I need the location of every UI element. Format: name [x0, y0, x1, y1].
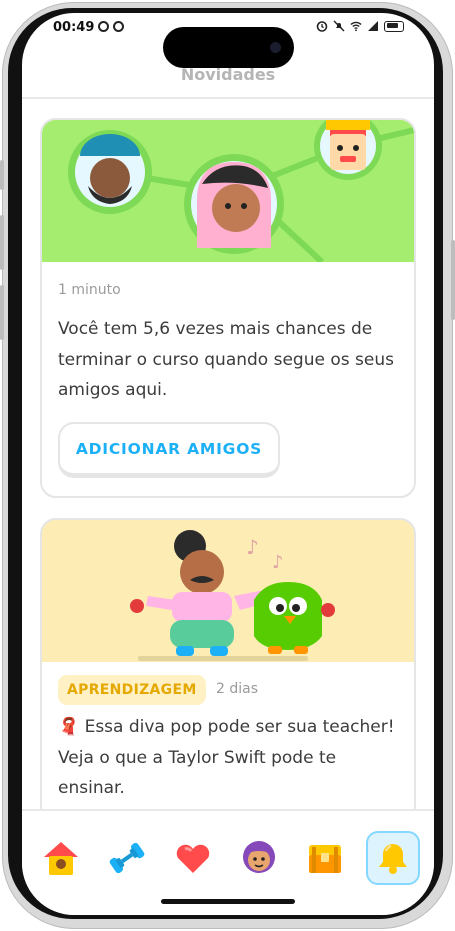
pinterest-icon — [98, 21, 109, 32]
article-headline: Essa diva pop pode ser sua teacher! Veja… — [58, 717, 395, 798]
treasure-chest-icon — [309, 845, 341, 873]
dance-illustration: ♪ ♪ — [42, 520, 414, 662]
nav-notifications[interactable] — [366, 831, 420, 885]
svg-text:♪: ♪ — [272, 552, 284, 573]
timestamp: 2 dias — [216, 681, 259, 697]
timestamp: 1 minuto — [58, 282, 121, 298]
profile-icon — [243, 841, 275, 873]
wifi-icon — [350, 21, 362, 32]
system-icons — [316, 20, 404, 32]
heart-icon — [176, 844, 210, 873]
threads-icon — [113, 21, 124, 32]
feed-card-article[interactable]: ♪ ♪ APRENDIZAGEM 2 dias 🧣 Essa diva pop … — [40, 518, 416, 809]
article-text: 🧣 Essa diva pop pode ser sua teacher! Ve… — [58, 712, 398, 804]
volume-down-button — [0, 285, 4, 340]
camera-icon — [270, 42, 281, 53]
power-button — [451, 240, 455, 320]
battery-icon — [384, 20, 404, 32]
mute-switch — [0, 160, 4, 190]
page-title: Novidades — [180, 65, 276, 84]
card-text: Você tem 5,6 vezes mais chances de termi… — [58, 319, 394, 400]
news-feed[interactable]: 1 minuto Você tem 5,6 vezes mais chances… — [22, 99, 434, 809]
home-indicator[interactable] — [161, 899, 295, 904]
friends-illustration — [42, 120, 414, 265]
nav-hearts[interactable] — [166, 831, 220, 885]
category-badge: APRENDIZAGEM — [58, 675, 206, 705]
scarf-emoji: 🧣 — [58, 717, 80, 737]
svg-text:♪: ♪ — [246, 535, 259, 559]
dynamic-island — [163, 27, 294, 68]
duo-dancing-image: ♪ ♪ — [42, 520, 414, 662]
status-time: 00:49 — [53, 20, 95, 35]
silent-icon — [333, 20, 345, 32]
screen: 00:49 Novidades 1 minuto Você tem 5,6 ve… — [22, 13, 434, 915]
alarm-icon — [316, 21, 328, 32]
feed-card-friends: 1 minuto Você tem 5,6 vezes mais chances… — [40, 118, 416, 498]
volume-up-button — [0, 215, 4, 270]
nav-practice[interactable] — [100, 831, 154, 885]
nav-shop[interactable] — [298, 831, 352, 885]
notification-icons — [98, 21, 124, 32]
add-friends-button[interactable]: ADICIONAR AMIGOS — [58, 422, 280, 478]
bell-icon — [379, 844, 407, 874]
nav-profile[interactable] — [232, 831, 286, 885]
signal-icon — [368, 21, 378, 31]
friends-network-image — [42, 120, 414, 265]
dumbbell-icon — [109, 842, 145, 874]
home-icon — [44, 842, 78, 875]
nav-home[interactable] — [34, 831, 88, 885]
